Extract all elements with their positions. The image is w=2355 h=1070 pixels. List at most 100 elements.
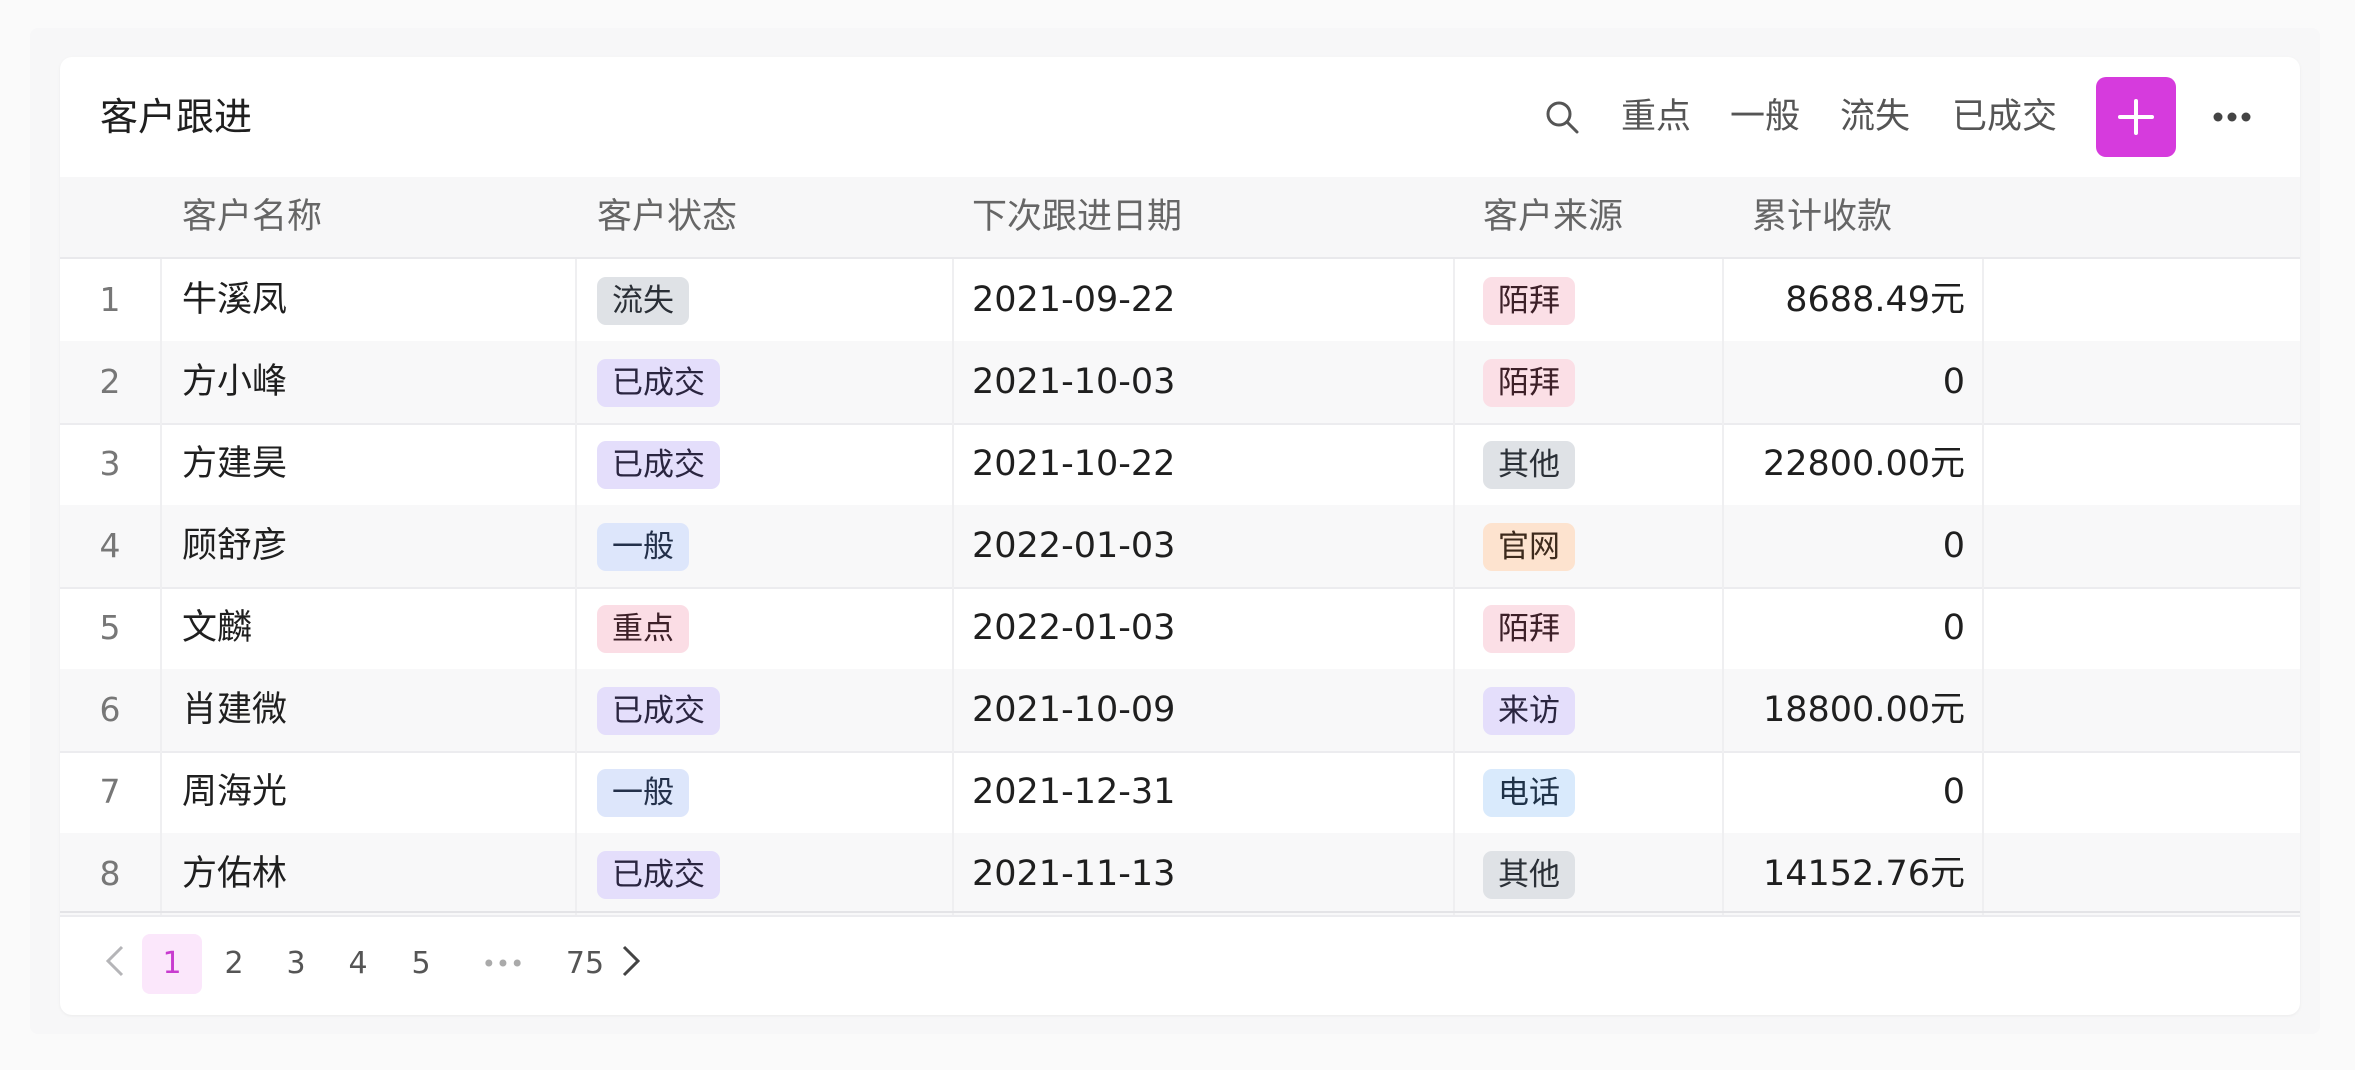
column-divider xyxy=(952,505,954,587)
table-row[interactable]: 5 文麟 重点 2022-01-03 陌拜 0 xyxy=(60,587,2300,671)
total-received: 0 xyxy=(1942,362,1965,402)
page-2[interactable]: 2 xyxy=(204,934,264,994)
total-received: 0 xyxy=(1942,608,1965,648)
column-divider xyxy=(575,505,577,587)
status-badge: 重点 xyxy=(597,605,689,653)
customer-name: 方佑林 xyxy=(182,854,288,894)
status-badge: 已成交 xyxy=(597,687,720,735)
column-header-name[interactable]: 客户名称 xyxy=(182,177,322,257)
source-badge: 陌拜 xyxy=(1483,277,1575,325)
column-divider xyxy=(160,259,162,341)
column-divider xyxy=(575,423,577,505)
column-divider xyxy=(1982,751,1984,833)
column-divider xyxy=(952,587,954,669)
column-divider xyxy=(952,669,954,751)
customer-followup-card: 客户跟进 重点 一般 流失 已成交 客户名称 客户状态 下次跟进日期 客户来源 … xyxy=(60,57,2300,1015)
status-badge: 已成交 xyxy=(597,851,720,899)
row-index: 4 xyxy=(99,526,121,565)
table-row[interactable]: 6 肖建微 已成交 2021-10-09 来访 18800.00元 xyxy=(60,669,2300,753)
total-received: 14152.76元 xyxy=(1762,854,1965,894)
next-followup-date: 2021-12-31 xyxy=(972,772,1176,812)
filter-lost[interactable]: 流失 xyxy=(1840,57,1910,177)
row-index: 2 xyxy=(99,362,121,401)
add-button[interactable] xyxy=(2096,77,2176,157)
customer-name: 方建昊 xyxy=(182,444,288,484)
filter-normal[interactable]: 一般 xyxy=(1730,57,1800,177)
column-divider xyxy=(1453,751,1455,833)
source-cell: 陌拜 xyxy=(1483,341,1575,423)
column-header-source[interactable]: 客户来源 xyxy=(1483,177,1623,257)
column-divider xyxy=(160,505,162,587)
column-divider xyxy=(160,833,162,915)
total-received: 8688.49元 xyxy=(1785,280,1965,320)
page-3[interactable]: 3 xyxy=(266,934,326,994)
column-divider xyxy=(1982,259,1984,341)
column-divider xyxy=(1982,833,1984,915)
column-divider xyxy=(1453,669,1455,751)
page-1[interactable]: 1 xyxy=(142,934,202,994)
status-cell: 一般 xyxy=(597,751,689,833)
column-divider xyxy=(1453,833,1455,915)
chevron-left-icon[interactable] xyxy=(96,937,136,985)
column-divider xyxy=(575,833,577,915)
source-badge: 陌拜 xyxy=(1483,359,1575,407)
more-horizontal-icon[interactable] xyxy=(2202,101,2262,133)
next-followup-date: 2022-01-03 xyxy=(972,526,1176,566)
status-badge: 流失 xyxy=(597,277,689,325)
source-cell: 其他 xyxy=(1483,423,1575,505)
page-4[interactable]: 4 xyxy=(328,934,388,994)
column-divider xyxy=(160,341,162,423)
column-divider xyxy=(1453,423,1455,505)
column-divider xyxy=(575,751,577,833)
row-index: 7 xyxy=(99,772,121,811)
search-icon[interactable] xyxy=(1542,97,1582,137)
row-index: 1 xyxy=(99,280,121,319)
source-cell: 电话 xyxy=(1483,751,1575,833)
customer-name: 顾舒彦 xyxy=(182,526,288,566)
status-cell: 已成交 xyxy=(597,833,720,915)
column-divider xyxy=(575,587,577,669)
card-header: 客户跟进 重点 一般 流失 已成交 xyxy=(60,57,2300,179)
table-row[interactable]: 3 方建昊 已成交 2021-10-22 其他 22800.00元 xyxy=(60,423,2300,507)
column-divider xyxy=(1982,587,1984,669)
source-badge: 官网 xyxy=(1483,523,1575,571)
source-badge: 陌拜 xyxy=(1483,605,1575,653)
source-cell: 其他 xyxy=(1483,833,1575,915)
column-divider xyxy=(160,587,162,669)
column-divider xyxy=(1982,341,1984,423)
page-ellipsis[interactable]: ••• xyxy=(463,934,543,994)
table-row[interactable]: 4 顾舒彦 一般 2022-01-03 官网 0 xyxy=(60,505,2300,589)
column-divider xyxy=(1982,505,1984,587)
table-row[interactable]: 7 周海光 一般 2021-12-31 电话 0 xyxy=(60,751,2300,835)
chevron-right-icon[interactable] xyxy=(610,937,650,985)
source-cell: 来访 xyxy=(1483,669,1575,751)
column-divider xyxy=(575,259,577,341)
column-header-amount[interactable]: 累计收款 xyxy=(1752,177,1892,257)
source-cell: 官网 xyxy=(1483,505,1575,587)
column-divider xyxy=(1453,259,1455,341)
footer-divider xyxy=(60,911,2300,913)
page-5[interactable]: 5 xyxy=(391,934,451,994)
customer-name: 周海光 xyxy=(182,772,288,812)
column-divider xyxy=(160,751,162,833)
status-cell: 重点 xyxy=(597,587,689,669)
table-row[interactable]: 1 牛溪凤 流失 2021-09-22 陌拜 8688.49元 xyxy=(60,259,2300,343)
column-header-next-date[interactable]: 下次跟进日期 xyxy=(972,177,1182,257)
column-divider xyxy=(952,751,954,833)
status-cell: 已成交 xyxy=(597,423,720,505)
page-title: 客户跟进 xyxy=(100,95,253,139)
table-row[interactable]: 8 方佑林 已成交 2021-11-13 其他 14152.76元 xyxy=(60,833,2300,917)
source-badge: 来访 xyxy=(1483,687,1575,735)
column-divider xyxy=(952,423,954,505)
status-cell: 流失 xyxy=(597,259,689,341)
column-header-status[interactable]: 客户状态 xyxy=(597,177,737,257)
row-index: 3 xyxy=(99,444,121,483)
table-row[interactable]: 2 方小峰 已成交 2021-10-03 陌拜 0 xyxy=(60,341,2300,425)
column-divider xyxy=(160,669,162,751)
status-cell: 一般 xyxy=(597,505,689,587)
total-received: 0 xyxy=(1942,772,1965,812)
table-header: 客户名称 客户状态 下次跟进日期 客户来源 累计收款 xyxy=(60,177,2300,259)
filter-closed[interactable]: 已成交 xyxy=(1952,57,2057,177)
filter-important[interactable]: 重点 xyxy=(1621,57,1691,177)
column-divider xyxy=(1453,587,1455,669)
